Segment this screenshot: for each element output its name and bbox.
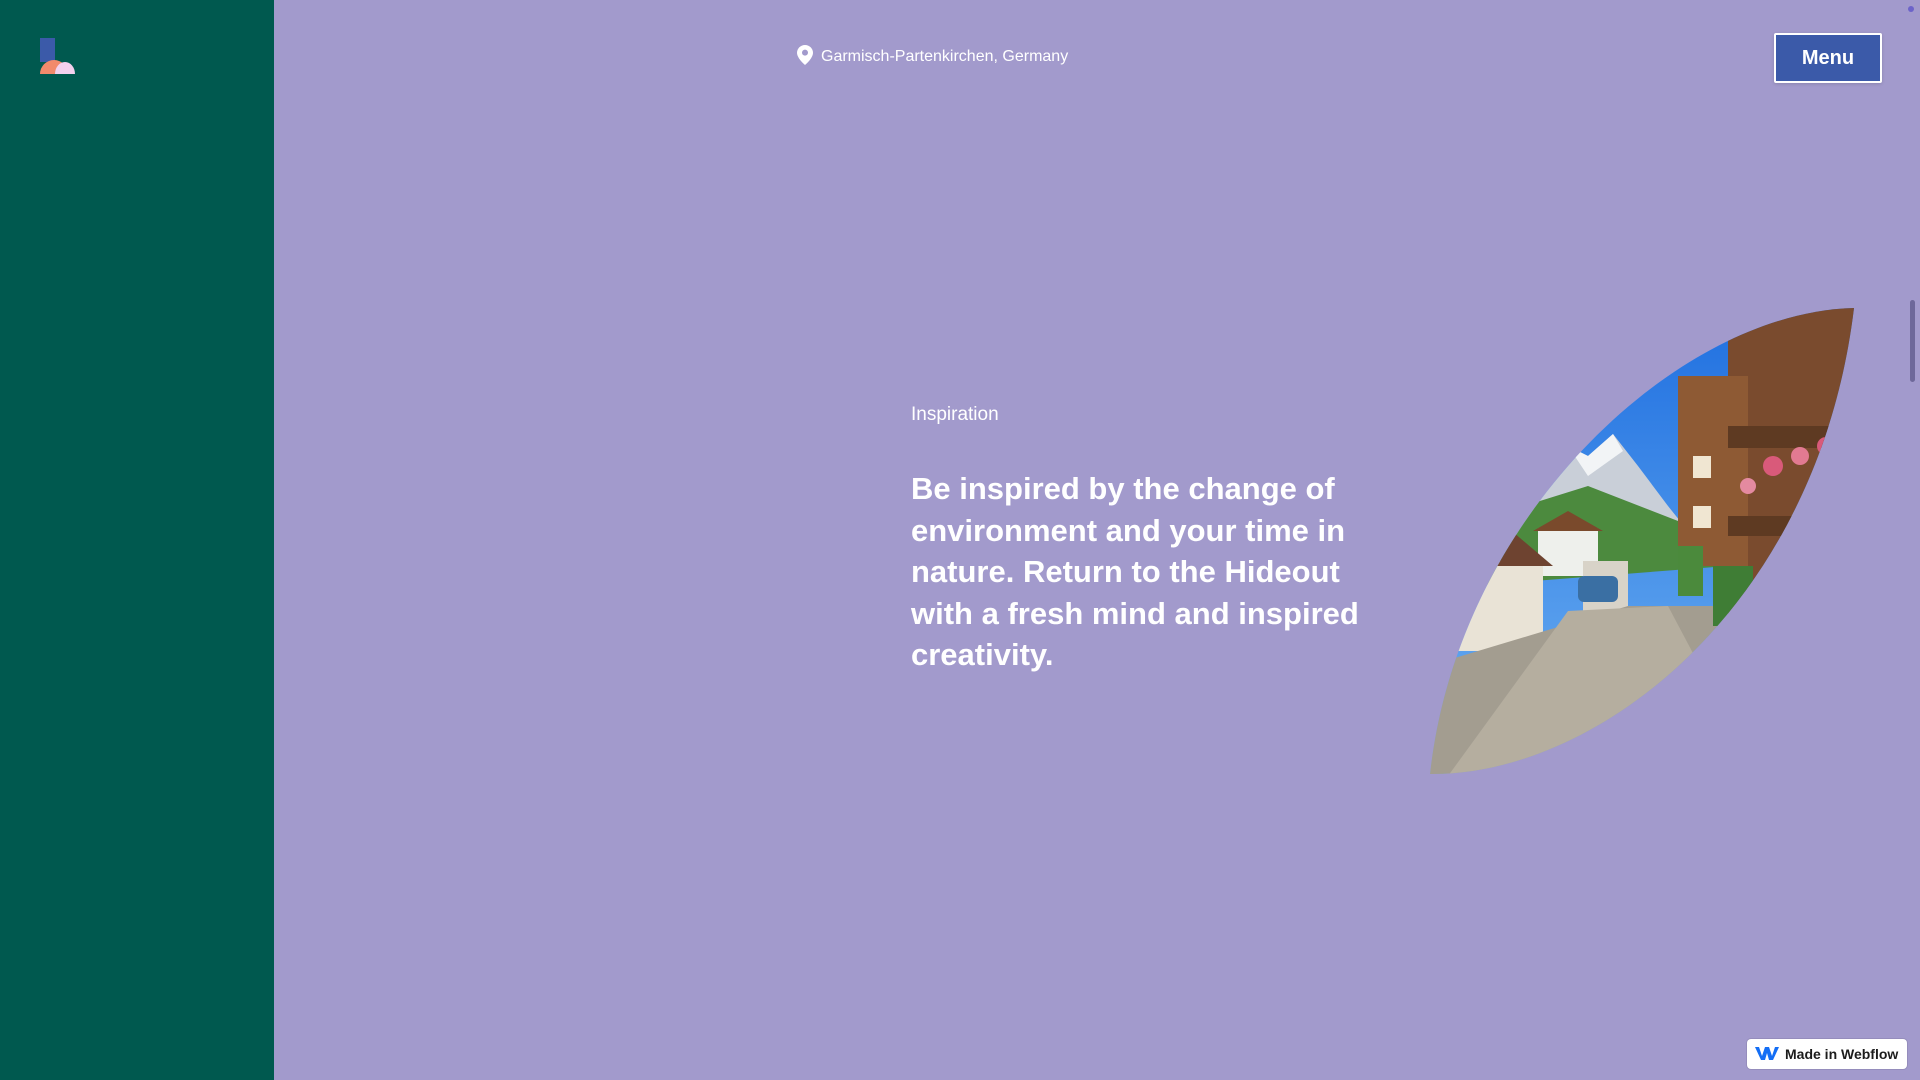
badge-label: Made in Webflow — [1785, 1046, 1899, 1062]
corner-indicator — [1908, 6, 1914, 12]
location-label: Garmisch-Partenkirchen, Germany — [797, 44, 1069, 70]
section-headline: Be inspired by the change of environment… — [911, 471, 1359, 672]
village-photo — [1430, 308, 1854, 775]
scrollbar-thumb[interactable] — [1910, 300, 1915, 382]
left-sidebar-panel — [0, 0, 274, 1080]
made-in-webflow-badge[interactable]: Made in Webflow — [1747, 1039, 1907, 1069]
menu-button[interactable]: Menu — [1774, 33, 1882, 83]
webflow-logo-icon — [1755, 1045, 1779, 1064]
map-pin-icon — [797, 44, 813, 70]
section-eyebrow: Inspiration — [911, 404, 999, 425]
location-text: Garmisch-Partenkirchen, Germany — [821, 48, 1069, 65]
hideout-logo-icon[interactable] — [38, 38, 76, 76]
